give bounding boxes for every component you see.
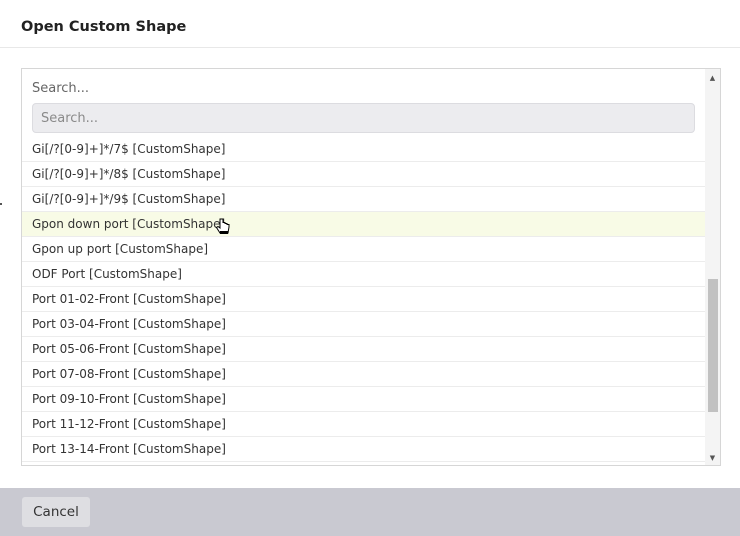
dialog-header: Open Custom Shape xyxy=(0,0,740,48)
list-item[interactable]: Port 13-14-Front [CustomShape] xyxy=(22,437,706,462)
list-item[interactable]: Gi[/?[0-9]+]*/7$ [CustomShape] xyxy=(22,141,706,162)
dialog-footer: Cancel xyxy=(0,488,740,536)
hand-pointer-cursor-icon xyxy=(215,218,230,234)
search-label: Search... xyxy=(32,81,90,96)
edge-artifact xyxy=(0,203,2,205)
list-item[interactable]: Port 09-10-Front [CustomShape] xyxy=(22,387,706,412)
cancel-button[interactable]: Cancel xyxy=(22,497,90,527)
list-item[interactable]: Port 03-04-Front [CustomShape] xyxy=(22,312,706,337)
list-item[interactable]: Port 01-02-Front [CustomShape] xyxy=(22,287,706,312)
scroll-up-arrow-icon[interactable]: ▲ xyxy=(705,71,720,85)
list-item[interactable]: Gi[/?[0-9]+]*/8$ [CustomShape] xyxy=(22,162,706,187)
list-item[interactable]: Port 11-12-Front [CustomShape] xyxy=(22,412,706,437)
dialog-title: Open Custom Shape xyxy=(21,19,187,35)
list-item[interactable]: Port 07-08-Front [CustomShape] xyxy=(22,362,706,387)
shape-list: Gi[/?[0-9]+]*/7$ [CustomShape] Gi[/?[0-9]… xyxy=(22,141,706,465)
list-item[interactable]: Gi[/?[0-9]+]*/9$ [CustomShape] xyxy=(22,187,706,212)
list-item[interactable]: Gpon up port [CustomShape] xyxy=(22,237,706,262)
search-input[interactable] xyxy=(32,103,695,133)
list-scrollbar[interactable]: ▲ ▼ xyxy=(705,69,720,465)
list-item[interactable]: Port 05-06-Front [CustomShape] xyxy=(22,337,706,362)
scroll-thumb[interactable] xyxy=(708,279,718,412)
list-item[interactable]: Gpon down port [CustomShape] xyxy=(22,212,706,237)
shape-list-panel: Search... Gi[/?[0-9]+]*/7$ [CustomShape]… xyxy=(21,68,721,466)
scroll-down-arrow-icon[interactable]: ▼ xyxy=(705,451,720,465)
list-item[interactable]: ODF Port [CustomShape] xyxy=(22,262,706,287)
